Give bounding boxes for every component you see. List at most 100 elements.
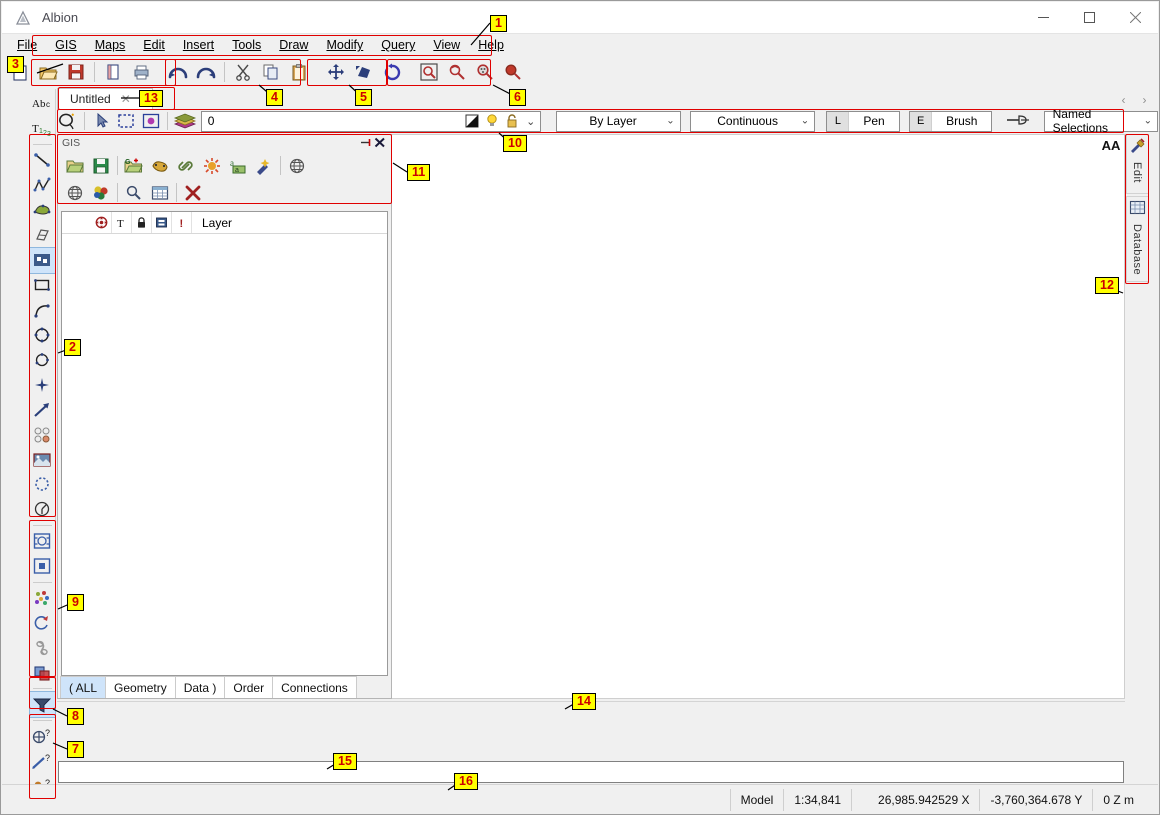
dock-tab-database[interactable]: Database	[1125, 195, 1149, 282]
tab-connections[interactable]: Connections	[272, 676, 357, 698]
menu-file[interactable]: File	[8, 36, 46, 54]
alert-exclamation-icon[interactable]: !	[172, 212, 192, 233]
zoom-window-icon[interactable]	[416, 59, 442, 85]
close-icon[interactable]	[373, 136, 387, 149]
dashed-circle-icon[interactable]	[30, 472, 55, 497]
move-arrows-icon[interactable]	[323, 59, 349, 85]
polyline-icon[interactable]	[30, 173, 55, 198]
new-file-icon[interactable]	[7, 59, 33, 85]
select-fence-icon[interactable]	[139, 110, 161, 132]
linetype-combo[interactable]: Continuous ⌄	[690, 110, 816, 132]
menu-view[interactable]: View	[424, 36, 469, 54]
gis-delete-icon[interactable]	[180, 180, 206, 205]
query-distance-icon[interactable]: ?	[30, 749, 55, 774]
gis-add-layer-icon[interactable]: G	[121, 153, 147, 178]
gis-highlight-icon[interactable]	[251, 153, 277, 178]
tab-geometry[interactable]: Geometry	[105, 676, 176, 698]
fit-frame-icon[interactable]	[30, 529, 55, 554]
gis-search-icon[interactable]	[121, 180, 147, 205]
layer-list-body[interactable]	[62, 234, 387, 675]
named-selections-combo[interactable]: Named Selections ⌄	[1043, 107, 1158, 135]
zoom-previous-icon[interactable]	[500, 59, 526, 85]
lightbulb-icon[interactable]	[482, 112, 502, 131]
menu-insert[interactable]: Insert	[174, 36, 223, 54]
chevron-down-icon[interactable]: ⌄	[1144, 116, 1152, 127]
tab-all[interactable]: ( ALL	[60, 676, 107, 698]
funnel-filter-icon[interactable]	[28, 691, 56, 719]
status-scale[interactable]: 1:34,841	[783, 788, 851, 811]
open-folder-icon[interactable]	[35, 59, 61, 85]
star-point-icon[interactable]	[30, 372, 55, 397]
zoom-extents-icon[interactable]	[472, 59, 498, 85]
text-numbered-icon[interactable]: T123	[30, 116, 55, 141]
arrow-vector-icon[interactable]	[30, 397, 55, 422]
spline-icon[interactable]	[30, 347, 55, 372]
gis-label-icon[interactable]: aa	[225, 153, 251, 178]
text-t-icon[interactable]: T	[112, 212, 132, 233]
pin-icon[interactable]	[359, 136, 373, 149]
cut-scissors-icon[interactable]	[230, 59, 256, 85]
rectangle-icon[interactable]	[30, 273, 55, 298]
scale-shape-icon[interactable]	[351, 59, 377, 85]
close-icon[interactable]: ✕	[121, 92, 131, 106]
save-disk-icon[interactable]	[63, 59, 89, 85]
dock-tab-edit[interactable]: Edit	[1125, 134, 1149, 194]
lineweight-icon[interactable]	[1004, 110, 1035, 132]
zoom-pan-icon[interactable]	[444, 59, 470, 85]
lock-icon[interactable]	[132, 212, 152, 233]
text-abc-icon[interactable]: Ab c	[30, 91, 55, 116]
command-input[interactable]	[58, 761, 1124, 783]
gis-globe2-icon[interactable]	[62, 180, 88, 205]
layer-combo[interactable]: 0 ⌄	[200, 110, 541, 132]
selection-lasso-icon[interactable]	[57, 110, 79, 132]
brush-button[interactable]: E Brush	[909, 110, 993, 132]
gis-link-geometry-icon[interactable]	[147, 153, 173, 178]
document-tab-untitled[interactable]: Untitled ✕	[57, 88, 153, 109]
menu-maps[interactable]: Maps	[86, 36, 135, 54]
tab-data[interactable]: Data )	[174, 676, 226, 698]
redo-arc-icon[interactable]	[193, 59, 219, 85]
annotation-scale-icon[interactable]: AA	[1099, 136, 1123, 154]
four-circles-icon[interactable]	[30, 422, 55, 447]
chevron-down-icon[interactable]: ⌄	[666, 116, 674, 127]
pen-button[interactable]: L Pen	[826, 110, 900, 132]
query-point-icon[interactable]: ?	[30, 724, 55, 749]
menu-help[interactable]: Help	[469, 36, 513, 54]
menu-draw[interactable]: Draw	[270, 36, 317, 54]
visibility-icon[interactable]	[92, 212, 112, 233]
menu-query[interactable]: Query	[372, 36, 424, 54]
undo-arc-icon[interactable]	[165, 59, 191, 85]
scatter-dots-icon[interactable]	[30, 586, 55, 611]
gis-palette-icon[interactable]	[88, 180, 114, 205]
arc-icon[interactable]	[30, 297, 55, 322]
twist-shape-icon[interactable]	[30, 636, 55, 661]
gis-save-icon[interactable]	[88, 153, 114, 178]
menu-modify[interactable]: Modify	[317, 36, 372, 54]
tab-order[interactable]: Order	[224, 676, 274, 698]
gis-globe-icon[interactable]	[284, 153, 310, 178]
chevron-down-icon[interactable]: ⌄	[801, 116, 809, 127]
color-combo[interactable]: By Layer ⌄	[555, 110, 681, 132]
layers-stack-icon[interactable]	[173, 110, 197, 132]
rotate-point-icon[interactable]	[30, 611, 55, 636]
gis-table-icon[interactable]	[147, 180, 173, 205]
rotate-circle-icon[interactable]	[379, 59, 405, 85]
line-segment-icon[interactable]	[30, 148, 55, 173]
maximize-button[interactable]	[1066, 2, 1112, 34]
data-icon[interactable]	[152, 212, 172, 233]
status-model-label[interactable]: Model	[729, 788, 784, 811]
polygon-fill-icon[interactable]	[30, 198, 55, 223]
gis-attach-link-icon[interactable]	[173, 153, 199, 178]
menu-gis[interactable]: GIS	[46, 36, 86, 54]
minimize-button[interactable]	[1020, 2, 1066, 34]
circle-nodes-icon[interactable]	[30, 322, 55, 347]
gis-theme-sun-icon[interactable]	[199, 153, 225, 178]
overlap-squares-icon[interactable]	[30, 660, 55, 685]
color-swatch-icon[interactable]	[462, 112, 482, 131]
chevron-down-icon[interactable]: ⌄	[522, 112, 540, 131]
gis-open-folder-icon[interactable]	[62, 153, 88, 178]
print-icon[interactable]	[128, 59, 154, 85]
crop-frame-icon[interactable]	[30, 554, 55, 579]
menu-tools[interactable]: Tools	[223, 36, 270, 54]
pick-arrow-icon[interactable]	[90, 110, 112, 132]
